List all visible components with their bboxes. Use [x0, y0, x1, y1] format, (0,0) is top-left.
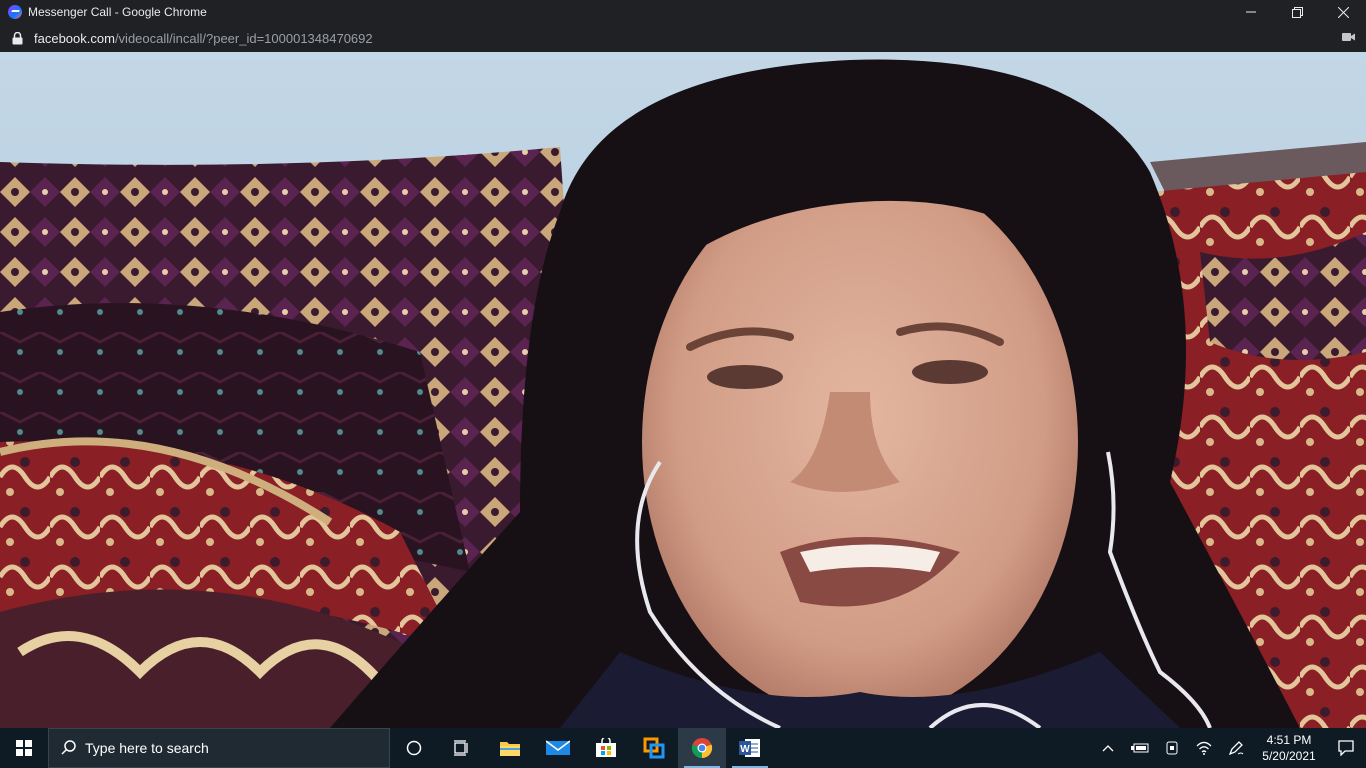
chrome-icon: [691, 738, 713, 759]
windows-icon: [16, 740, 32, 756]
svg-text:W: W: [740, 744, 750, 755]
task-view-icon: [454, 740, 468, 756]
close-button[interactable]: [1320, 0, 1366, 24]
store-icon: [596, 738, 616, 757]
close-icon: [1337, 6, 1349, 18]
search-icon: [61, 739, 77, 758]
messenger-icon: [8, 5, 22, 19]
taskbar: Type here to search W 4:51 PM 5/20/2021: [0, 728, 1366, 768]
mail-icon: [546, 740, 570, 755]
url-path: /videocall/incall/?peer_id=1000013484706…: [114, 30, 373, 46]
system-tray: 4:51 PM 5/20/2021: [1092, 728, 1366, 768]
chevron-up-icon: [1102, 745, 1114, 752]
clock[interactable]: 4:51 PM 5/20/2021: [1252, 732, 1326, 764]
file-explorer-icon: [500, 742, 520, 756]
window-controls: [1228, 0, 1366, 24]
notification-icon: [1338, 740, 1354, 756]
start-button[interactable]: [0, 728, 48, 768]
sync-app-icon: [643, 737, 665, 759]
window-title-bar: Messenger Call - Google Chrome: [0, 0, 1366, 24]
action-center-button[interactable]: [1326, 728, 1366, 768]
video-feed: [0, 52, 1366, 728]
battery-icon: [1131, 743, 1149, 753]
task-view-button[interactable]: [438, 728, 486, 768]
sync-app-button[interactable]: [630, 728, 678, 768]
restore-button[interactable]: [1274, 0, 1320, 24]
clock-time: 4:51 PM: [1266, 733, 1312, 747]
wifi-icon: [1196, 741, 1212, 755]
remote-video-image: [0, 52, 1366, 728]
chrome-button[interactable]: [678, 728, 726, 768]
mail-button[interactable]: [534, 728, 582, 768]
camera-in-use-icon[interactable]: [1342, 31, 1356, 46]
device-icon: [1166, 741, 1178, 755]
taskbar-search-box[interactable]: Type here to search: [48, 728, 390, 768]
cortana-icon: [406, 740, 422, 756]
file-explorer-button[interactable]: [486, 728, 534, 768]
word-button[interactable]: W: [726, 728, 774, 768]
lock-icon[interactable]: [12, 31, 24, 45]
window-title: Messenger Call - Google Chrome: [28, 5, 207, 19]
word-icon: W: [739, 739, 760, 757]
battery-button[interactable]: [1124, 728, 1156, 768]
pen-workspace-button[interactable]: [1220, 728, 1252, 768]
search-placeholder: Type here to search: [85, 740, 209, 756]
pen-icon: [1228, 741, 1244, 756]
minimize-button[interactable]: [1228, 0, 1274, 24]
url-host: facebook.com: [34, 30, 115, 46]
restore-icon: [1291, 6, 1303, 18]
clock-date: 5/20/2021: [1262, 749, 1316, 763]
cortana-button[interactable]: [390, 728, 438, 768]
store-button[interactable]: [582, 728, 630, 768]
device-button[interactable]: [1156, 728, 1188, 768]
url-text[interactable]: facebook.com/videocall/incall/?peer_id=1…: [34, 31, 373, 46]
show-hidden-icons-button[interactable]: [1092, 728, 1124, 768]
minimize-icon: [1246, 11, 1256, 13]
network-button[interactable]: [1188, 728, 1220, 768]
address-bar[interactable]: facebook.com/videocall/incall/?peer_id=1…: [0, 24, 1366, 52]
